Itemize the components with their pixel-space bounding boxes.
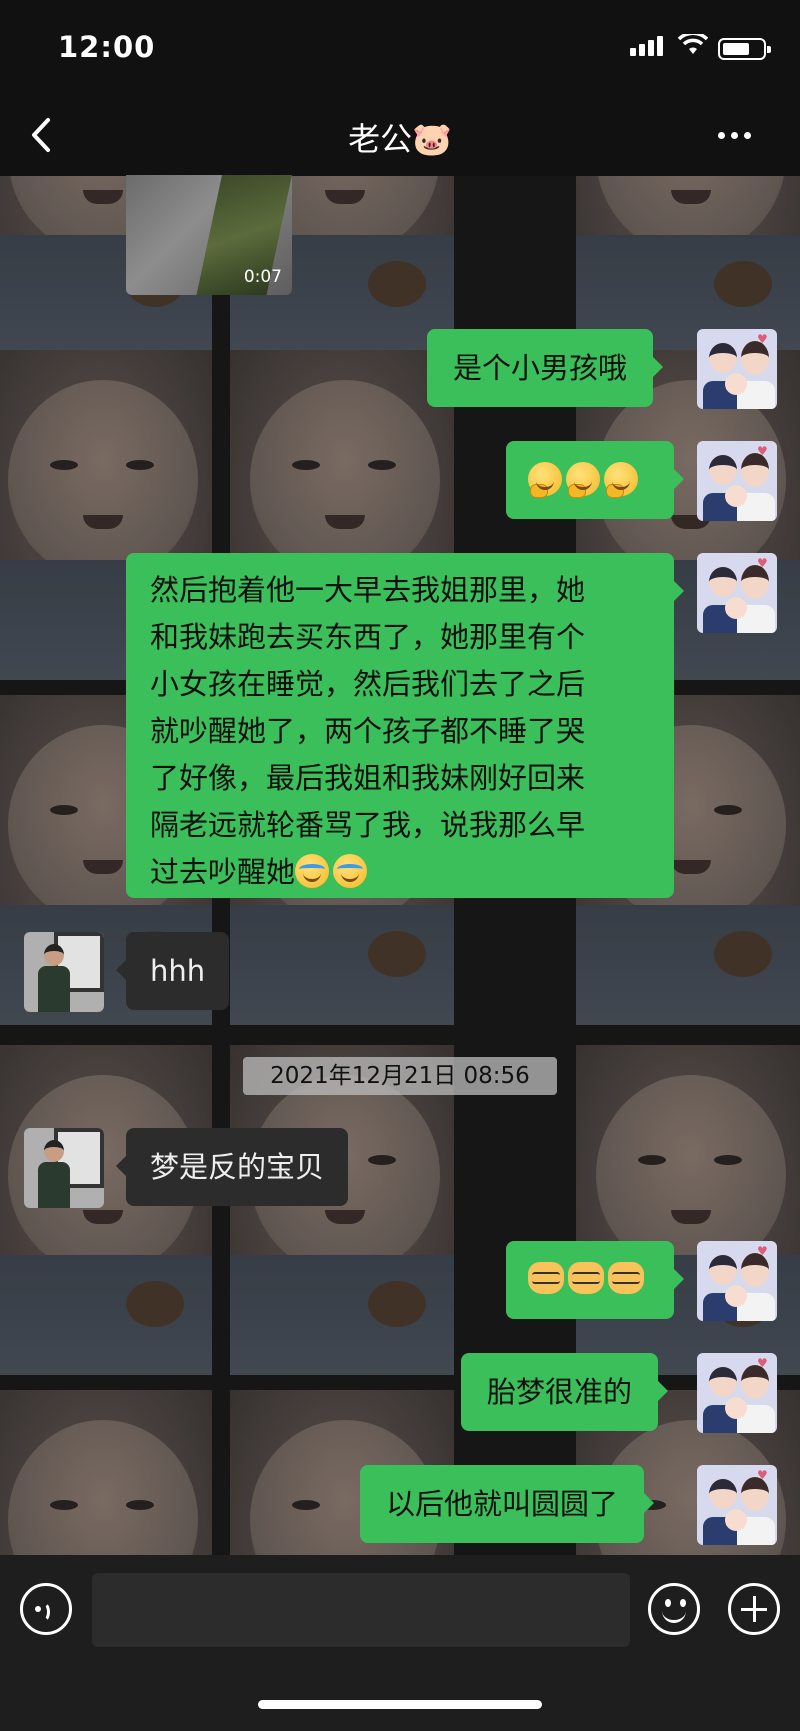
avatar-me[interactable]: ♥: [697, 329, 777, 409]
message-bubble-mine[interactable]: 然后抱着他一大早去我姐那里，她 和我妹跑去买东西了，她那里有个 小女孩在睡觉，然…: [126, 553, 684, 898]
avatar-me[interactable]: ♥: [697, 441, 777, 521]
message-line: 和我妹跑去买东西了，她那里有个: [150, 620, 586, 654]
message-line: 过去吵醒她: [150, 855, 296, 889]
message-bubble-mine[interactable]: 是个小男孩哦: [427, 329, 664, 407]
message-line: 小女孩在睡觉，然后我们去了之后: [150, 667, 586, 701]
status-time: 12:00: [58, 30, 156, 64]
message-line-last: 过去吵醒她: [126, 849, 674, 896]
hand-over-mouth-face-icon: [528, 462, 562, 498]
status-bar: 12:00: [0, 0, 800, 96]
message-text: 是个小男孩哦: [453, 351, 628, 385]
message-line: 隔老远就轮番骂了我，说我那么早: [150, 808, 586, 842]
message-line: 然后抱着他一大早去我姐那里，她: [150, 573, 586, 607]
loudly-crying-face-icon: [295, 854, 330, 888]
voice-icon[interactable]: [20, 1583, 72, 1635]
hand-over-mouth-face-icon: [604, 462, 638, 498]
message-text: 梦是反的宝贝: [150, 1150, 325, 1184]
message-text: 以后他就叫圆圆了: [386, 1487, 619, 1521]
loudly-crying-face-icon: [333, 854, 368, 888]
message-text: 胎梦很准的: [487, 1375, 633, 1409]
emoji-row: [506, 1241, 674, 1319]
message-text: hhh: [150, 954, 206, 988]
chat-title: 老公🐷: [348, 120, 452, 158]
chat-header: 老公🐷: [0, 96, 800, 176]
message-input[interactable]: [92, 1573, 630, 1647]
avatar-me[interactable]: ♥: [697, 1353, 777, 1433]
chat-timestamp: 2021年12月21日 08:56: [243, 1057, 557, 1095]
avatar-me[interactable]: ♥: [697, 1465, 777, 1545]
message-line: 了好像，最后我姐和我妹刚好回来: [150, 761, 586, 795]
plus-icon[interactable]: [728, 1583, 780, 1635]
more-dots-icon[interactable]: [718, 124, 778, 148]
message-bubble-mine[interactable]: [506, 1241, 684, 1319]
message-bubble-mine[interactable]: 胎梦很准的: [461, 1353, 669, 1431]
message-bubble-theirs[interactable]: 梦是反的宝贝: [115, 1128, 349, 1206]
message-bubble-mine[interactable]: [506, 441, 684, 519]
video-message[interactable]: 0:07: [126, 175, 292, 295]
cat-with-glasses-icon: [568, 1262, 604, 1294]
battery-icon: [718, 38, 771, 60]
message-bubble-theirs[interactable]: hhh: [115, 932, 230, 1010]
message-line: 就吵醒她了，两个孩子都不睡了哭: [150, 714, 586, 748]
avatar-contact[interactable]: [24, 1128, 104, 1208]
avatar-contact[interactable]: [24, 932, 104, 1012]
home-indicator[interactable]: [258, 1700, 542, 1709]
cat-with-glasses-icon: [608, 1262, 644, 1294]
emoji-row: [506, 441, 674, 519]
message-bubble-mine[interactable]: 以后他就叫圆圆了: [360, 1465, 655, 1543]
avatar-me[interactable]: ♥: [697, 553, 777, 633]
wifi-icon: [678, 34, 708, 54]
video-duration: 0:07: [243, 267, 282, 287]
hand-over-mouth-face-icon: [566, 462, 600, 498]
smile-icon[interactable]: [648, 1583, 700, 1635]
signal-icon: [630, 36, 666, 56]
avatar-me[interactable]: ♥: [697, 1241, 777, 1321]
cat-with-glasses-icon: [528, 1262, 564, 1294]
